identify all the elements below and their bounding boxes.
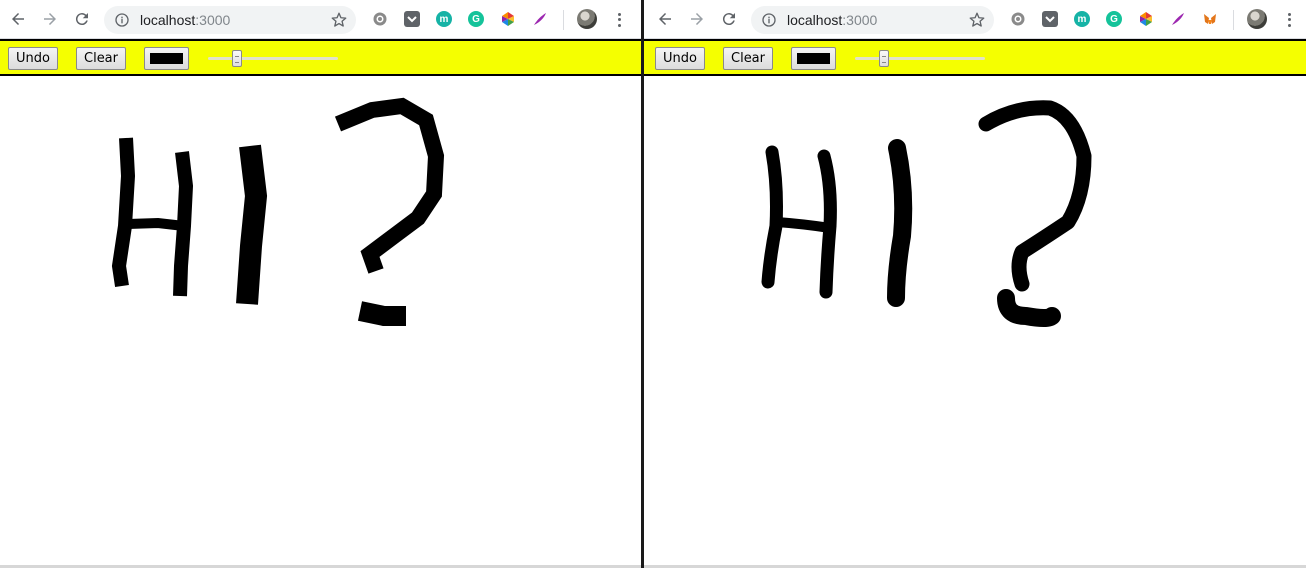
- url-text: localhost:3000: [140, 11, 230, 29]
- address-bar[interactable]: localhost:3000: [751, 6, 994, 34]
- reload-icon[interactable]: [717, 7, 741, 31]
- clear-button[interactable]: Clear: [723, 47, 773, 70]
- browser-window-right: localhost:3000 m G Undo Clear: [644, 0, 1306, 568]
- brush-size-slider[interactable]: [855, 49, 985, 67]
- stroke-h-bar: [772, 217, 835, 233]
- slider-track: [208, 57, 338, 60]
- pocket-icon[interactable]: [404, 11, 420, 27]
- gear-extension-icon[interactable]: [372, 11, 388, 27]
- avatar[interactable]: [1247, 9, 1267, 29]
- color-wheel-icon[interactable]: [1138, 11, 1154, 27]
- reload-icon[interactable]: [70, 7, 94, 31]
- menu-icon[interactable]: [1284, 10, 1294, 30]
- pocket-icon[interactable]: [1042, 11, 1058, 27]
- m-extension-icon[interactable]: m: [436, 11, 452, 27]
- forward-icon[interactable]: [685, 7, 709, 31]
- color-picker[interactable]: [791, 47, 836, 70]
- m-extension-icon[interactable]: m: [1074, 11, 1090, 27]
- drawing-toolbar: Undo Clear: [644, 39, 1306, 76]
- slider-track: [855, 57, 985, 60]
- stroke-h-left: [111, 137, 136, 288]
- url-host: localhost: [787, 12, 843, 28]
- back-icon[interactable]: [653, 7, 677, 31]
- stroke-question: [334, 97, 445, 274]
- star-icon[interactable]: [330, 11, 348, 29]
- url-port: :3000: [842, 12, 878, 28]
- browser-toolbar: localhost:3000 m G: [0, 0, 641, 39]
- undo-button[interactable]: Undo: [8, 47, 58, 70]
- stroke-exclamation: [236, 144, 268, 305]
- back-icon[interactable]: [6, 7, 30, 31]
- browser-toolbar: localhost:3000 m G: [644, 0, 1306, 39]
- info-icon[interactable]: [114, 12, 130, 28]
- menu-icon[interactable]: [614, 10, 624, 30]
- stroke-question-dot: [997, 289, 1061, 327]
- info-icon[interactable]: [761, 12, 777, 28]
- color-picker[interactable]: [144, 47, 189, 70]
- stroke-h-bar: [127, 217, 185, 231]
- feather-icon[interactable]: [1170, 11, 1186, 27]
- toolbar-separator: [1233, 10, 1234, 30]
- color-wheel-icon[interactable]: [500, 11, 516, 27]
- address-bar[interactable]: localhost:3000: [104, 6, 356, 34]
- undo-button[interactable]: Undo: [655, 47, 705, 70]
- drawing-toolbar: Undo Clear: [0, 39, 641, 76]
- slider-thumb[interactable]: [232, 50, 242, 67]
- url-host: localhost: [140, 12, 196, 28]
- feather-icon[interactable]: [532, 11, 548, 27]
- url-text: localhost:3000: [787, 11, 877, 29]
- star-icon[interactable]: [968, 11, 986, 29]
- stroke-h-left: [761, 145, 783, 289]
- gear-extension-icon[interactable]: [1010, 11, 1026, 27]
- slider-thumb[interactable]: [879, 50, 889, 67]
- avatar[interactable]: [577, 9, 597, 29]
- color-swatch-fill: [797, 53, 830, 64]
- browser-window-left: localhost:3000 m G Undo Clear: [0, 0, 641, 568]
- drawing-canvas[interactable]: [0, 76, 641, 568]
- toolbar-separator: [563, 10, 564, 30]
- forward-icon[interactable]: [38, 7, 62, 31]
- metamask-icon[interactable]: [1202, 11, 1218, 27]
- color-swatch-fill: [150, 53, 183, 64]
- grammarly-icon[interactable]: G: [468, 11, 484, 27]
- stroke-question: [978, 100, 1092, 292]
- drawing-hi-question-round: [761, 100, 1092, 327]
- stroke-exclamation: [887, 139, 913, 307]
- drawing-hi-question-jagged: [111, 97, 445, 326]
- grammarly-icon[interactable]: G: [1106, 11, 1122, 27]
- drawing-canvas[interactable]: [644, 76, 1306, 568]
- clear-button[interactable]: Clear: [76, 47, 126, 70]
- stroke-question-dot: [357, 301, 406, 326]
- brush-size-slider[interactable]: [208, 49, 338, 67]
- url-port: :3000: [195, 12, 231, 28]
